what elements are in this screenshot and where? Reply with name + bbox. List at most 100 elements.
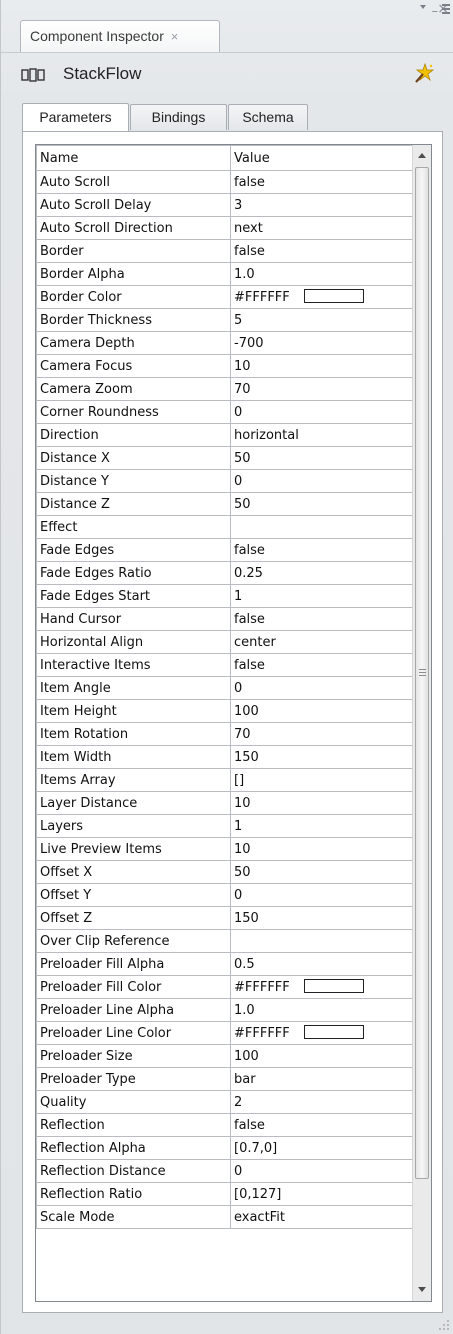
table-row[interactable]: Corner Roundness 0 (36, 400, 413, 424)
table-row[interactable]: Over Clip Reference (36, 929, 413, 953)
param-value-cell[interactable]: #FFFFFF (230, 1021, 413, 1045)
param-value-cell[interactable]: 50 (230, 492, 413, 516)
color-swatch[interactable] (303, 1025, 364, 1039)
table-row[interactable]: Auto Scroll false (36, 170, 413, 194)
param-value-cell[interactable]: 0 (230, 469, 413, 493)
param-value-cell[interactable]: 1.0 (230, 998, 413, 1022)
tab-parameters[interactable]: Parameters (22, 103, 129, 131)
table-row[interactable]: Reflection false (36, 1113, 413, 1137)
table-row[interactable]: Offset Z 150 (36, 906, 413, 930)
table-row[interactable]: Preloader Type bar (36, 1067, 413, 1091)
table-row[interactable]: Offset Y0 (36, 883, 413, 907)
param-value-cell[interactable]: 1 (230, 584, 413, 608)
param-value-cell[interactable]: 0 (230, 1159, 413, 1183)
table-row[interactable]: Camera Focus 10 (36, 354, 413, 378)
table-row[interactable]: Interactive Items false (36, 653, 413, 677)
param-value-cell[interactable]: 70 (230, 722, 413, 746)
color-swatch[interactable] (303, 979, 364, 993)
table-row[interactable]: Reflection Alpha [0.7,0] (36, 1136, 413, 1160)
tab-schema[interactable]: Schema (228, 104, 308, 130)
param-value-cell[interactable]: 0 (230, 400, 413, 424)
vertical-scrollbar[interactable] (412, 145, 431, 1301)
param-value-cell[interactable]: 0.5 (230, 952, 413, 976)
table-row[interactable]: Camera Zoom 70 (36, 377, 413, 401)
param-value-cell[interactable]: 3 (230, 193, 413, 217)
table-row[interactable]: Fade Edges false (36, 538, 413, 562)
table-row[interactable]: Fade Edges Start 1 (36, 584, 413, 608)
table-row[interactable]: Preloader Line Color #FFFFFF (36, 1021, 413, 1045)
column-header-value[interactable]: Value (230, 145, 413, 171)
param-value-cell[interactable]: 0 (230, 676, 413, 700)
param-value-cell[interactable]: 50 (230, 860, 413, 884)
table-row[interactable]: Distance X 50 (36, 446, 413, 470)
table-row[interactable]: Horizontal Align center (36, 630, 413, 654)
param-value-cell[interactable]: false (230, 607, 413, 631)
param-value-cell[interactable]: 50 (230, 446, 413, 470)
table-row[interactable]: Layers 1 (36, 814, 413, 838)
param-value-cell[interactable]: [0.7,0] (230, 1136, 413, 1160)
scroll-thumb[interactable] (415, 167, 429, 1179)
table-row[interactable]: Effect (36, 515, 413, 539)
param-value-cell[interactable]: 2 (230, 1090, 413, 1114)
param-value-cell[interactable]: #FFFFFF (230, 285, 413, 309)
param-value-cell[interactable] (230, 515, 413, 539)
param-value-cell[interactable]: 100 (230, 699, 413, 723)
table-row[interactable]: Reflection Ratio [0,127] (36, 1182, 413, 1206)
table-row[interactable]: Auto Scroll Delay 3 (36, 193, 413, 217)
table-row[interactable]: Preloader Fill Alpha 0.5 (36, 952, 413, 976)
table-row[interactable]: Border false (36, 239, 413, 263)
param-value-cell[interactable]: 70 (230, 377, 413, 401)
column-header-name[interactable]: Name (36, 145, 231, 171)
table-row[interactable]: Border Color #FFFFFF (36, 285, 413, 309)
table-row[interactable]: Item Rotation 70 (36, 722, 413, 746)
param-value-cell[interactable]: 100 (230, 1044, 413, 1068)
color-swatch[interactable] (303, 289, 364, 303)
param-value-cell[interactable]: horizontal (230, 423, 413, 447)
param-value-cell[interactable]: center (230, 630, 413, 654)
tab-bindings[interactable]: Bindings (130, 104, 227, 130)
table-row[interactable]: Item Width 150 (36, 745, 413, 769)
param-value-cell[interactable]: false (230, 239, 413, 263)
table-row[interactable]: Border Alpha 1.0 (36, 262, 413, 286)
param-value-cell[interactable]: 1.0 (230, 262, 413, 286)
table-row[interactable]: Item Height 100 (36, 699, 413, 723)
table-row[interactable]: Item Angle 0 (36, 676, 413, 700)
tab-close-icon[interactable]: × (171, 29, 179, 44)
param-value-cell[interactable]: next (230, 216, 413, 240)
scroll-up-button[interactable] (413, 147, 431, 165)
table-row[interactable]: Border Thickness 5 (36, 308, 413, 332)
table-row[interactable]: Distance Z 50 (36, 492, 413, 516)
panel-tab-component-inspector[interactable]: Component Inspector × (20, 20, 220, 52)
table-row[interactable]: Preloader Line Alpha 1.0 (36, 998, 413, 1022)
table-row[interactable]: Camera Depth -700 (36, 331, 413, 355)
param-value-cell[interactable]: bar (230, 1067, 413, 1091)
param-value-cell[interactable]: [] (230, 768, 413, 792)
param-value-cell[interactable]: false (230, 1113, 413, 1137)
table-row[interactable]: Auto Scroll Direction next (36, 216, 413, 240)
table-row[interactable]: Offset X 50 (36, 860, 413, 884)
param-value-cell[interactable]: exactFit (230, 1205, 413, 1229)
table-row[interactable]: Items Array[] (36, 768, 413, 792)
param-value-cell[interactable]: false (230, 653, 413, 677)
param-value-cell[interactable]: 10 (230, 837, 413, 861)
table-row[interactable]: Direction horizontal (36, 423, 413, 447)
param-value-cell[interactable]: 10 (230, 354, 413, 378)
resize-grip-icon[interactable] (438, 1319, 450, 1331)
table-row[interactable]: Live Preview Items 10 (36, 837, 413, 861)
param-value-cell[interactable]: 10 (230, 791, 413, 815)
param-value-cell[interactable]: 150 (230, 906, 413, 930)
param-value-cell[interactable]: 150 (230, 745, 413, 769)
table-row[interactable]: Distance Y0 (36, 469, 413, 493)
param-value-cell[interactable]: #FFFFFF (230, 975, 413, 999)
param-value-cell[interactable]: -700 (230, 331, 413, 355)
table-row[interactable]: Scale Mode exactFit (36, 1205, 413, 1229)
param-value-cell[interactable] (230, 929, 413, 953)
table-row[interactable]: Quality 2 (36, 1090, 413, 1114)
param-value-cell[interactable]: 0 (230, 883, 413, 907)
param-value-cell[interactable]: [0,127] (230, 1182, 413, 1206)
scroll-down-button[interactable] (413, 1281, 431, 1299)
table-row[interactable]: Preloader Size 100 (36, 1044, 413, 1068)
table-row[interactable]: Hand Cursor false (36, 607, 413, 631)
param-value-cell[interactable]: 5 (230, 308, 413, 332)
param-value-cell[interactable]: false (230, 170, 413, 194)
